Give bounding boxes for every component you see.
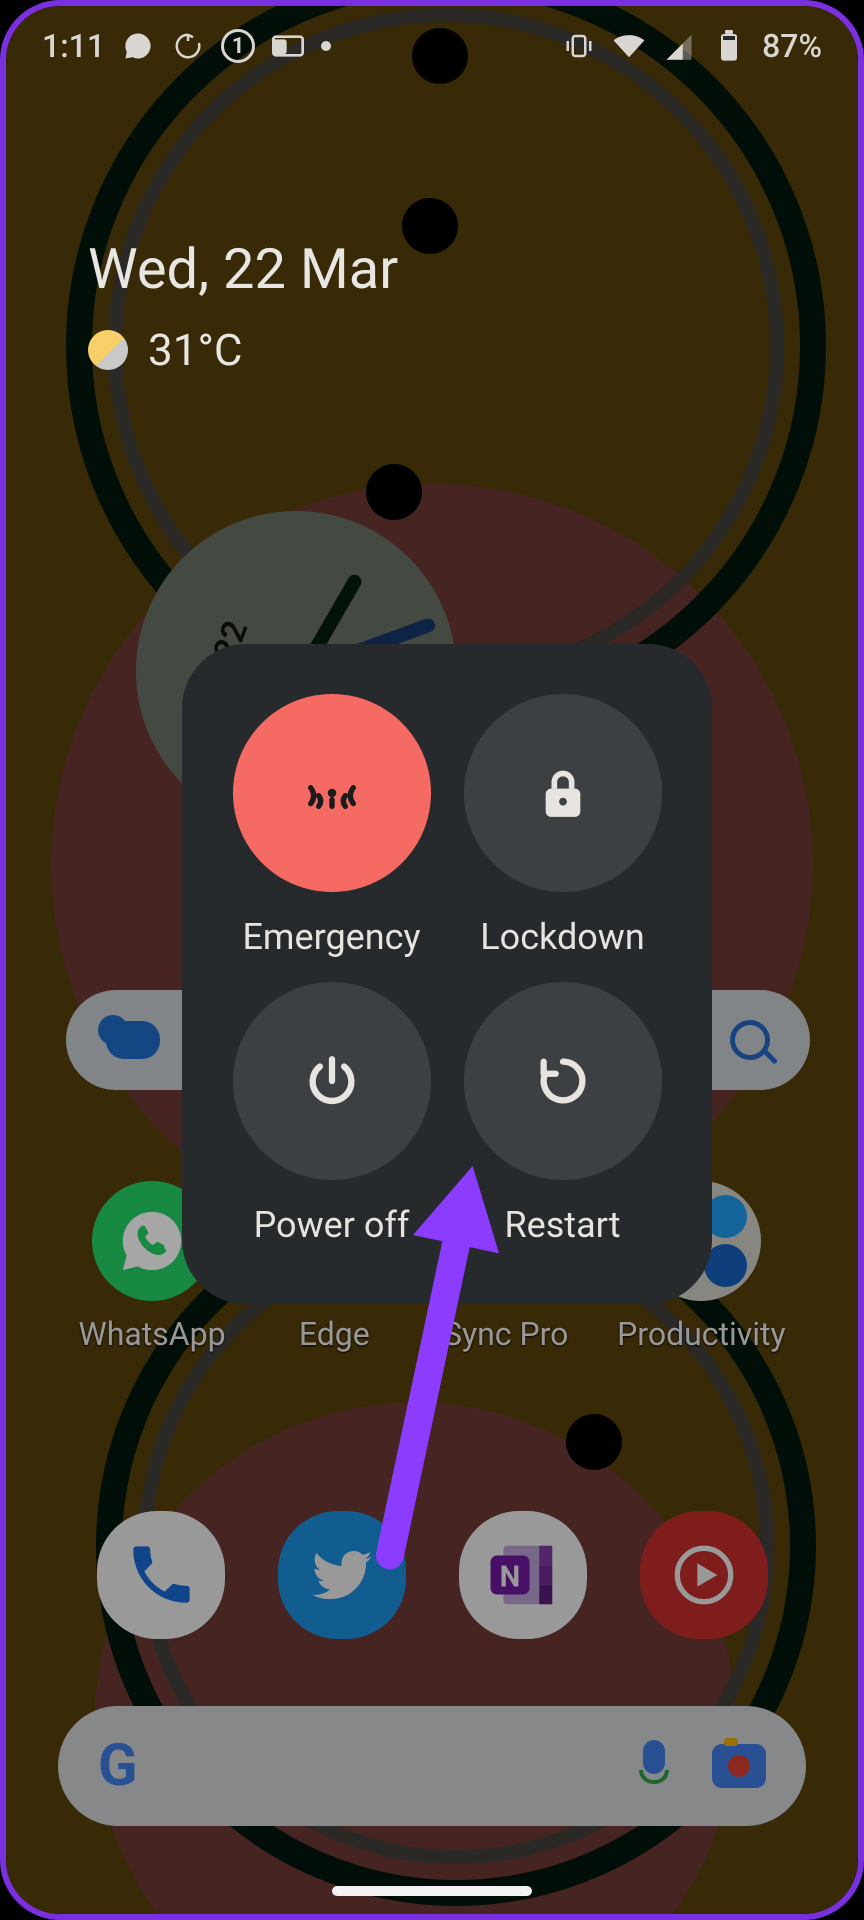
search-icon <box>730 1020 770 1060</box>
battery-icon <box>712 29 746 63</box>
onedrive-icon <box>106 1021 160 1059</box>
phone-frame: Wed 22 1:11 1 <box>0 0 864 1920</box>
gesture-nav-bar[interactable] <box>6 1886 858 1896</box>
google-search-bar[interactable]: G <box>58 1706 806 1826</box>
wifi-icon <box>612 29 646 63</box>
phone-icon <box>124 1538 198 1612</box>
notification-count-badge: 1 <box>221 29 255 63</box>
ytmusic-icon <box>664 1535 744 1615</box>
date-text: Wed, 22 Mar <box>88 236 398 302</box>
signal-icon <box>662 29 696 63</box>
status-time: 1:11 <box>42 27 105 65</box>
at-a-glance-widget[interactable]: Wed, 22 Mar 31°C <box>88 236 398 376</box>
emergency-button[interactable]: Emergency <box>216 694 447 972</box>
lockdown-button[interactable]: Lockdown <box>447 694 678 972</box>
power-off-button[interactable]: Power off <box>216 982 447 1260</box>
temperature-text: 31°C <box>148 324 243 376</box>
outlook-icon <box>271 29 305 63</box>
emergency-icon <box>300 761 364 825</box>
power-icon <box>303 1052 361 1110</box>
dock-app-phone[interactable] <box>97 1511 225 1639</box>
whatsapp-icon <box>117 1206 187 1276</box>
battery-percent: 87% <box>762 27 822 65</box>
sync-icon <box>171 29 205 63</box>
weather-icon <box>88 330 128 370</box>
status-bar: 1:11 1 87% <box>6 6 858 86</box>
restart-icon <box>534 1052 592 1110</box>
mic-icon[interactable] <box>634 1740 674 1792</box>
dock-app-ytmusic[interactable] <box>640 1511 768 1639</box>
more-notifications-dot <box>321 41 331 51</box>
chat-notification-icon <box>121 29 155 63</box>
vibrate-icon <box>562 29 596 63</box>
google-logo-icon: G <box>98 1732 138 1800</box>
camera-icon[interactable] <box>712 1744 766 1788</box>
lock-icon <box>537 764 589 822</box>
